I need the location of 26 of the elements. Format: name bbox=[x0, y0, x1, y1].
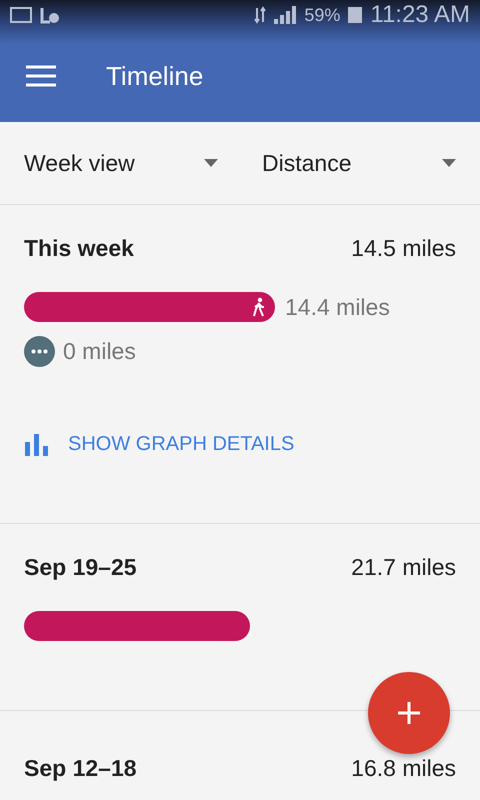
menu-icon[interactable] bbox=[26, 64, 56, 88]
week-total: 14.5 miles bbox=[351, 235, 456, 262]
clock: 11:23 AM bbox=[370, 1, 470, 29]
caret-icon bbox=[442, 159, 456, 167]
screen-title: Timeline bbox=[106, 60, 204, 92]
week-title: Sep 19–25 bbox=[24, 554, 137, 581]
more-icon bbox=[24, 336, 55, 367]
bar-chart-icon bbox=[24, 434, 50, 456]
filter-dropdown[interactable]: Week view bbox=[0, 122, 238, 204]
caret-icon bbox=[204, 159, 218, 167]
distance-reading: 14.4 miles bbox=[285, 294, 390, 320]
add-button[interactable] bbox=[368, 672, 450, 754]
battery-icon bbox=[348, 7, 362, 23]
gallery-icon bbox=[10, 7, 32, 23]
signal-icon bbox=[274, 6, 296, 24]
battery-percent: 59% bbox=[304, 4, 340, 26]
week-total: 21.7 miles bbox=[351, 554, 456, 581]
other-reading: 0 miles bbox=[63, 338, 136, 365]
filter-dropdown[interactable]: Distance bbox=[238, 122, 480, 204]
week-title: Sep 12–18 bbox=[24, 755, 137, 782]
walking-icon bbox=[251, 297, 267, 317]
week-title: This week bbox=[24, 235, 134, 262]
week-total: 16.8 miles bbox=[351, 755, 456, 782]
plus-icon bbox=[397, 701, 421, 725]
graph-details-link[interactable]: SHOW GRAPH DETAILS bbox=[24, 433, 294, 456]
data-transfer-icon bbox=[254, 6, 266, 24]
